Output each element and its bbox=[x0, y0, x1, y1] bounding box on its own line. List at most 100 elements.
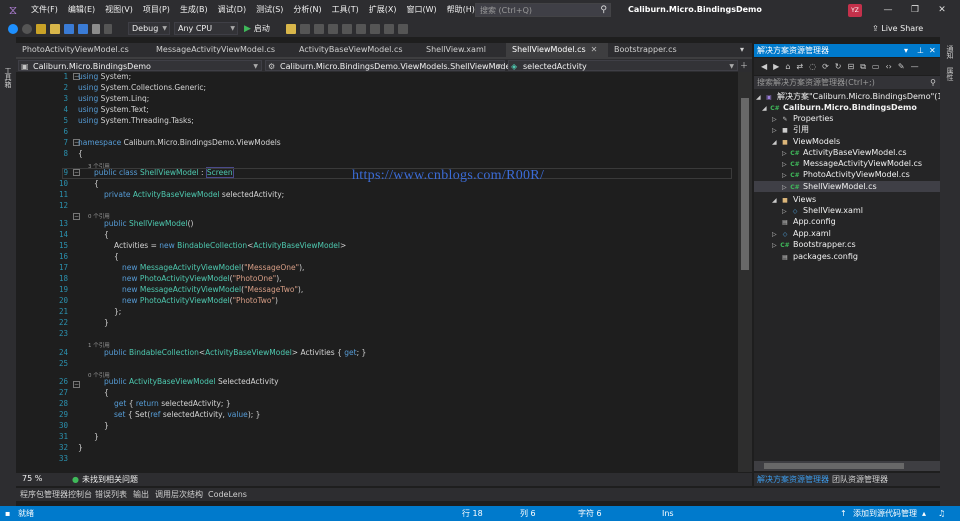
open-folder-icon[interactable] bbox=[50, 23, 60, 34]
collapse-all-icon[interactable]: ⊟ bbox=[847, 62, 854, 71]
visual-studio-logo-icon[interactable]: ⧖ bbox=[6, 3, 20, 17]
menu-build[interactable]: 生成(B) bbox=[175, 0, 213, 20]
pin-icon[interactable]: ⊥ bbox=[917, 44, 924, 57]
tree-item-file[interactable]: ▤ App.config bbox=[772, 216, 836, 227]
user-avatar[interactable]: YZ bbox=[848, 4, 862, 17]
toolbox-strip[interactable]: 工具箱 bbox=[0, 37, 16, 506]
chevron-right-icon[interactable]: ▷ bbox=[782, 170, 790, 181]
chevron-down-icon[interactable]: ◢ bbox=[772, 137, 780, 148]
tab-message-activity-viewmodel[interactable]: MessageActivityViewModel.cs bbox=[150, 43, 290, 57]
menu-window[interactable]: 窗口(W) bbox=[402, 0, 442, 20]
switch-views-icon[interactable]: ⇄ bbox=[796, 62, 803, 71]
menu-debug[interactable]: 调试(D) bbox=[213, 0, 251, 20]
menu-view[interactable]: 视图(V) bbox=[100, 0, 138, 20]
start-icon[interactable]: ▶ bbox=[244, 24, 251, 34]
project-dropdown[interactable]: ▣ Caliburn.Micro.BindingsDemo ▼ bbox=[18, 60, 262, 71]
split-editor-icon[interactable]: ＋ bbox=[740, 60, 748, 71]
search-icon[interactable]: ⚲ bbox=[930, 76, 936, 89]
tree-item-properties[interactable]: ▷ ✎ Properties bbox=[772, 113, 833, 124]
tab-call-hierarchy[interactable]: 调用层次结构 bbox=[155, 488, 203, 501]
chevron-down-icon[interactable]: ◢ bbox=[762, 103, 770, 114]
hot-reload-icon[interactable] bbox=[285, 23, 296, 34]
notification-bell-icon[interactable]: ♫ bbox=[938, 506, 945, 521]
properties-tab[interactable]: 属性 bbox=[945, 67, 955, 81]
menu-edit[interactable]: 编辑(E) bbox=[63, 0, 100, 20]
minimize-icon[interactable]: — bbox=[876, 0, 900, 20]
toolbar-icon-e[interactable] bbox=[355, 23, 366, 34]
tab-output[interactable]: 输出 bbox=[133, 488, 149, 501]
global-search-input[interactable]: 搜索 (Ctrl+Q) ⚲ bbox=[475, 3, 611, 17]
fold-toggle[interactable]: − bbox=[73, 213, 80, 220]
tab-shell-viewmodel[interactable]: ShellViewModel.cs ✕ bbox=[506, 43, 608, 57]
toolbar-icon-a[interactable] bbox=[299, 23, 310, 34]
tree-item-file[interactable]: ▷ ◇ ShellView.xaml bbox=[782, 205, 863, 216]
tree-item-file[interactable]: ▷ C# ActivityBaseViewModel.cs bbox=[782, 147, 907, 158]
toolbox-tab[interactable]: 工具箱 bbox=[3, 67, 13, 88]
save-icon[interactable] bbox=[64, 23, 74, 34]
tab-codelens[interactable]: CodeLens bbox=[208, 488, 247, 501]
chevron-right-icon[interactable]: ▷ bbox=[772, 125, 780, 136]
start-button[interactable]: 启动 bbox=[254, 23, 270, 34]
tree-item-file-selected[interactable]: ▷ C# ShellViewModel.cs bbox=[754, 181, 940, 192]
properties-icon[interactable]: ✎ bbox=[898, 62, 905, 71]
restore-icon[interactable]: ❐ bbox=[903, 0, 927, 20]
show-all-files-icon[interactable]: ⧉ bbox=[860, 62, 866, 72]
save-all-icon[interactable] bbox=[78, 23, 88, 34]
issues-indicator[interactable]: ● 未找到相关问题 bbox=[72, 473, 138, 486]
solution-explorer-header[interactable]: 解决方案资源管理器 ▾ ⊥ ✕ bbox=[754, 44, 940, 57]
type-dropdown[interactable]: ⚙ Caliburn.Micro.BindingsDemo.ViewModels.… bbox=[265, 60, 513, 71]
bookmark-icon[interactable] bbox=[369, 23, 380, 34]
close-window-icon[interactable]: ✕ bbox=[930, 0, 954, 20]
menu-file[interactable]: 文件(F) bbox=[26, 0, 63, 20]
status-line[interactable]: 行 18 bbox=[462, 506, 483, 521]
forward-icon[interactable]: ▶ bbox=[773, 62, 779, 71]
fold-toggle[interactable]: − bbox=[73, 381, 80, 388]
code-editor[interactable]: 1 2 3 4 5 6 7 8 9 10 11 12 13 14 15 16 17 18 19 20 21 22 23 24 2… bbox=[16, 72, 738, 472]
tree-item-file[interactable]: ▷ C# Bootstrapper.cs bbox=[772, 239, 856, 250]
tree-item-file[interactable]: ▷ ◇ App.xaml bbox=[772, 228, 831, 239]
add-to-source-control-button[interactable]: 添加到源代码管理 bbox=[853, 506, 917, 521]
search-icon[interactable]: ⚲ bbox=[600, 4, 607, 16]
menu-extensions[interactable]: 扩展(X) bbox=[364, 0, 402, 20]
tab-bootstrapper[interactable]: Bootstrapper.cs bbox=[608, 43, 698, 57]
sync-icon[interactable]: ⟳ bbox=[822, 62, 829, 71]
back-icon[interactable] bbox=[8, 23, 18, 34]
configuration-dropdown[interactable]: Debug ▼ bbox=[128, 22, 170, 35]
tree-item-solution[interactable]: ◢▣解决方案"Caliburn.Micro.BindingsDemo"(1 个项 bbox=[756, 91, 940, 102]
tab-error-list[interactable]: 错误列表 bbox=[95, 488, 127, 501]
solution-explorer-search[interactable]: 搜索解决方案资源管理器(Ctrl+;) ⚲ bbox=[754, 76, 940, 89]
home-icon[interactable]: ⌂ bbox=[785, 62, 790, 71]
tab-photo-activity-viewmodel[interactable]: PhotoActivityViewModel.cs bbox=[16, 43, 146, 57]
undo-icon[interactable] bbox=[92, 23, 100, 34]
preview-icon[interactable]: ▭ bbox=[872, 62, 880, 71]
menu-tools[interactable]: 工具(T) bbox=[327, 0, 364, 20]
live-share-button[interactable]: ⇪ Live Share bbox=[872, 21, 923, 36]
menu-analyze[interactable]: 分析(N) bbox=[288, 0, 326, 20]
tree-item-file[interactable]: ▷ C# PhotoActivityViewModel.cs bbox=[782, 169, 910, 180]
chevron-right-icon[interactable]: ▷ bbox=[782, 182, 790, 193]
window-position-icon[interactable]: ▾ bbox=[904, 44, 908, 57]
pending-changes-icon[interactable]: ◌ bbox=[809, 62, 816, 71]
tree-item-references[interactable]: ▷ ■ 引用 bbox=[772, 124, 809, 135]
notifications-tab[interactable]: 通知 bbox=[945, 45, 955, 59]
tab-activity-base-viewmodel[interactable]: ActivityBaseViewModel.cs bbox=[293, 43, 417, 57]
chevron-down-icon[interactable]: ◢ bbox=[772, 195, 780, 206]
bookmark-prev-icon[interactable] bbox=[383, 23, 394, 34]
editor-scroll-thumb[interactable] bbox=[741, 98, 749, 270]
status-column[interactable]: 列 6 bbox=[520, 506, 536, 521]
tree-item-file[interactable]: ▷ C# MessageActivityViewModel.cs bbox=[782, 158, 922, 169]
tab-overflow-icon[interactable]: ▾ bbox=[738, 43, 752, 57]
status-char[interactable]: 字符 6 bbox=[578, 506, 602, 521]
tab-team-explorer[interactable]: 团队资源管理器 bbox=[832, 473, 888, 486]
tree-item-project[interactable]: ◢ C# Caliburn.Micro.BindingsDemo bbox=[762, 102, 917, 113]
zoom-level[interactable]: 75 % bbox=[22, 474, 42, 483]
more-icon[interactable]: — bbox=[911, 62, 919, 71]
solution-scroll-thumb[interactable] bbox=[764, 463, 904, 469]
toolbar-icon-d[interactable] bbox=[341, 23, 352, 34]
chevron-right-icon[interactable]: ▷ bbox=[772, 240, 780, 251]
tree-item-file[interactable]: ▤ packages.config bbox=[772, 251, 858, 262]
tab-shell-view-xaml[interactable]: ShellView.xaml bbox=[420, 43, 506, 57]
close-tab-icon[interactable]: ✕ bbox=[591, 45, 598, 54]
code-icon[interactable]: ‹› bbox=[885, 62, 891, 71]
member-dropdown[interactable]: ◈ selectedActivity ▼ bbox=[508, 60, 738, 71]
